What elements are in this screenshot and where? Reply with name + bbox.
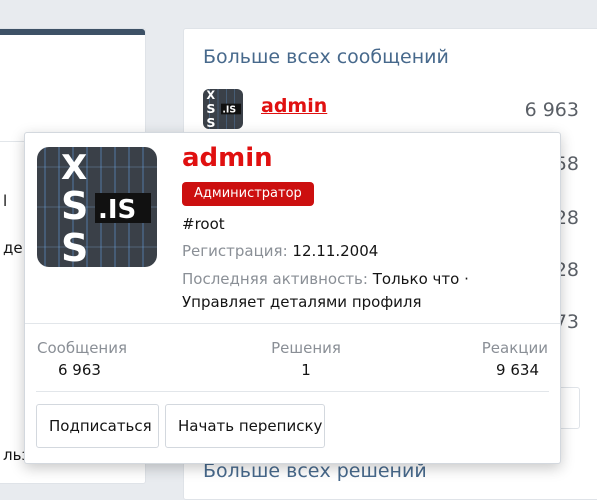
user-title: #root — [182, 215, 225, 233]
svg-text:S: S — [61, 184, 88, 228]
registration-info: Регистрация: 12.11.2004 — [182, 242, 378, 260]
registration-date: 12.11.2004 — [292, 242, 379, 260]
divider — [36, 391, 549, 392]
divider — [25, 323, 560, 324]
stat-solutions[interactable]: Решения 1 — [271, 339, 341, 379]
left-block-header-bar — [0, 29, 145, 35]
stat-messages[interactable]: Сообщения 6 963 — [37, 339, 127, 379]
left-text-fragment: l — [3, 192, 8, 210]
member-name-link[interactable]: admin — [182, 143, 273, 173]
xss-logo-icon: X S S .IS — [37, 147, 157, 267]
svg-text:S: S — [61, 226, 88, 267]
widget-title[interactable]: Больше всех сообщений — [203, 46, 449, 68]
stat-reactions[interactable]: Реакции 9 634 — [482, 339, 548, 379]
svg-text:S: S — [206, 115, 215, 129]
start-conversation-button[interactable]: Начать переписку — [165, 404, 325, 448]
last-activity-label: Последняя активность: — [182, 270, 368, 288]
svg-text:X: X — [61, 148, 87, 188]
xss-logo-icon: X S S .IS — [203, 89, 243, 129]
member-tooltip-card: X S S .IS admin Администратор #root Реги… — [24, 132, 561, 464]
svg-text:.IS: .IS — [98, 195, 136, 225]
stat-value: 9 634 — [496, 361, 539, 379]
registration-label: Регистрация: — [182, 242, 288, 260]
left-text-fragment: де — [3, 239, 23, 257]
role-badge: Администратор — [182, 182, 314, 206]
stat-label: Решения — [271, 339, 341, 357]
last-activity-info: Последняя активность: Только что · Управ… — [182, 268, 542, 314]
follow-button[interactable]: Подписаться — [36, 404, 159, 448]
top-poster-name-link[interactable]: admin — [261, 95, 327, 117]
stat-value: 6 963 — [58, 361, 101, 379]
stat-value: 1 — [301, 361, 311, 379]
svg-text:.IS: .IS — [222, 104, 236, 115]
svg-text:X: X — [206, 89, 215, 102]
avatar[interactable]: X S S .IS — [203, 89, 243, 129]
top-poster-count: 6 963 — [524, 99, 579, 121]
svg-text:S: S — [206, 101, 215, 116]
stat-label: Реакции — [481, 339, 548, 357]
stat-label: Сообщения — [37, 339, 128, 357]
member-avatar[interactable]: X S S .IS — [37, 147, 157, 267]
